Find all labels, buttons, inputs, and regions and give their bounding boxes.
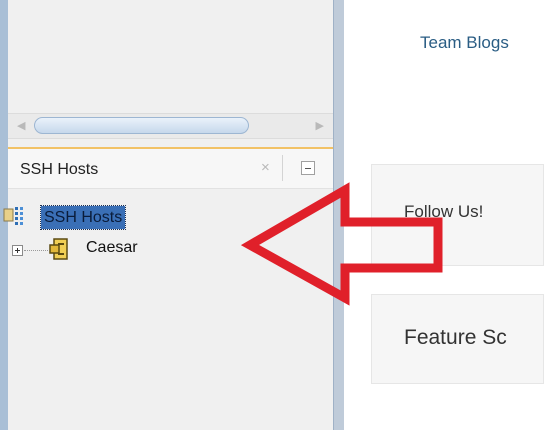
tree-item-caesar[interactable]: Caesar [86,239,138,257]
minimize-icon[interactable] [301,161,315,175]
host-node-icon [49,238,68,260]
scrollbar-thumb[interactable] [34,117,249,134]
tree-connector [24,250,48,251]
ssh-hosts-view-tab[interactable]: SSH Hosts × [8,147,333,189]
feature-heading: Feature Sc [404,326,507,349]
chevron-right-icon[interactable]: ▶ [316,119,324,132]
close-icon[interactable]: × [261,159,270,176]
view-title: SSH Hosts [20,161,99,178]
ssh-hosts-root-icon [3,207,23,225]
horizontal-scrollbar[interactable]: ◀ ▶ [8,113,333,139]
pane-splitter[interactable] [333,0,344,430]
chevron-left-icon[interactable]: ◀ [17,119,25,132]
expand-plus-icon[interactable] [12,245,23,256]
team-blogs-link[interactable]: Team Blogs [420,33,509,53]
divider [282,155,283,181]
tree-item-ssh-hosts[interactable]: SSH Hosts [39,205,127,230]
follow-us-heading: Follow Us! [404,202,484,221]
